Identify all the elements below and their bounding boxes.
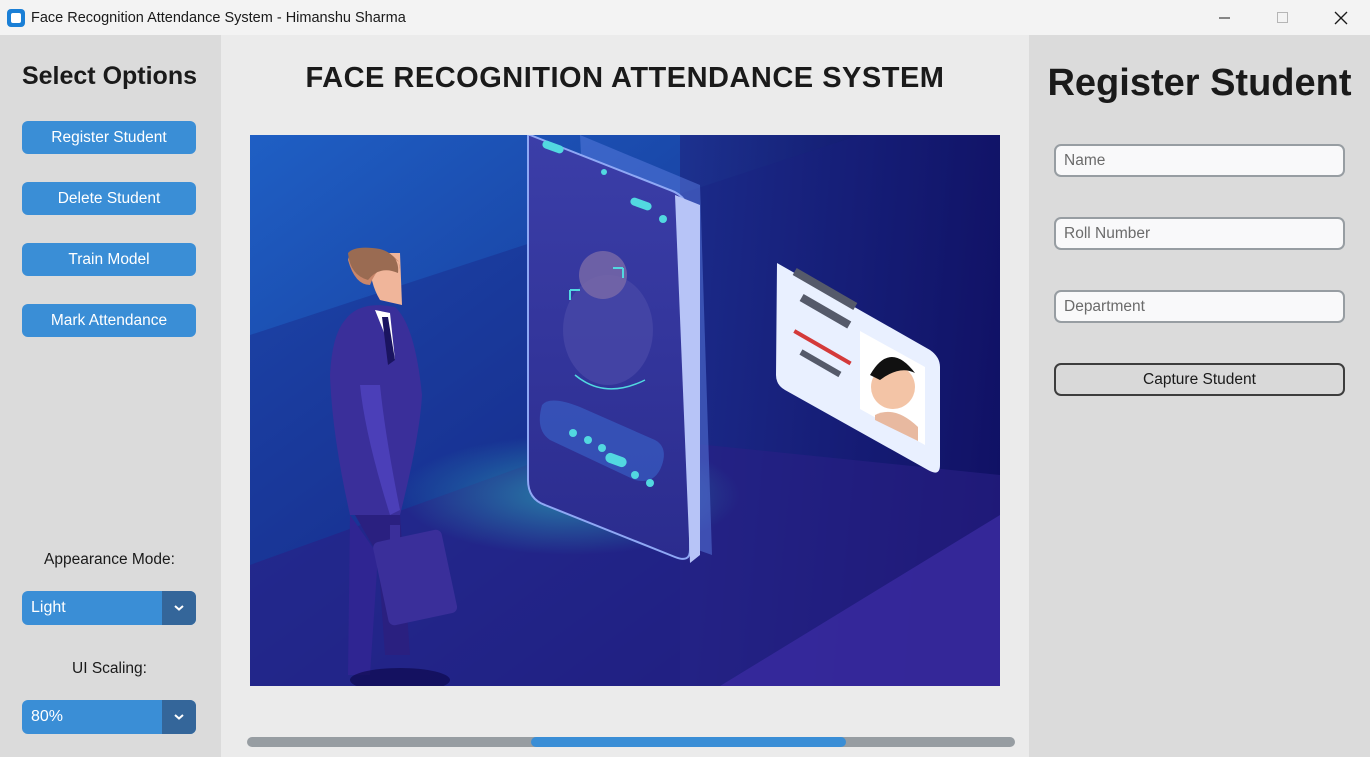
roll-number-field[interactable] bbox=[1054, 217, 1345, 250]
sidebar: Select Options Register Student Delete S… bbox=[0, 35, 221, 757]
scaling-dropdown-arrow[interactable] bbox=[162, 700, 196, 734]
delete-student-button[interactable]: Delete Student bbox=[22, 182, 196, 215]
maximize-icon bbox=[1277, 11, 1288, 23]
train-model-button[interactable]: Train Model bbox=[22, 243, 196, 276]
register-title: Register Student bbox=[1047, 62, 1352, 104]
window-title: Face Recognition Attendance System - Him… bbox=[31, 9, 406, 26]
horizontal-scrollbar[interactable] bbox=[247, 737, 1015, 747]
minimize-button[interactable] bbox=[1196, 0, 1254, 35]
chevron-down-icon bbox=[174, 714, 184, 720]
app-icon bbox=[7, 8, 25, 27]
window-controls bbox=[1196, 0, 1370, 35]
main-panel: FACE RECOGNITION ATTENDANCE SYSTEM bbox=[221, 35, 1029, 757]
minimize-icon bbox=[1219, 17, 1230, 18]
title-bar: Face Recognition Attendance System - Him… bbox=[0, 0, 1370, 35]
mark-attendance-button[interactable]: Mark Attendance bbox=[22, 304, 196, 337]
close-icon bbox=[1334, 11, 1348, 24]
appearance-dropdown-arrow[interactable] bbox=[162, 591, 196, 625]
chevron-down-icon bbox=[174, 605, 184, 611]
maximize-button[interactable] bbox=[1254, 0, 1312, 35]
register-panel: Register Student Capture Student bbox=[1029, 35, 1370, 757]
capture-student-button[interactable]: Capture Student bbox=[1054, 363, 1345, 396]
scrollbar-thumb[interactable] bbox=[531, 737, 846, 747]
sidebar-title: Select Options bbox=[21, 62, 198, 90]
main-title: FACE RECOGNITION ATTENDANCE SYSTEM bbox=[305, 62, 945, 94]
ui-scaling-dropdown[interactable]: 80% bbox=[22, 700, 196, 734]
appearance-mode-dropdown[interactable]: Light bbox=[22, 591, 196, 625]
face-scan-illustration bbox=[250, 135, 1000, 686]
register-student-button[interactable]: Register Student bbox=[22, 121, 196, 154]
ui-scaling-label: UI Scaling: bbox=[72, 660, 147, 677]
ui-scaling-value: 80% bbox=[31, 708, 64, 725]
department-field[interactable] bbox=[1054, 290, 1345, 323]
appearance-mode-value: Light bbox=[31, 599, 66, 616]
appearance-mode-label: Appearance Mode: bbox=[44, 551, 175, 568]
name-field[interactable] bbox=[1054, 144, 1345, 177]
close-button[interactable] bbox=[1312, 0, 1370, 35]
